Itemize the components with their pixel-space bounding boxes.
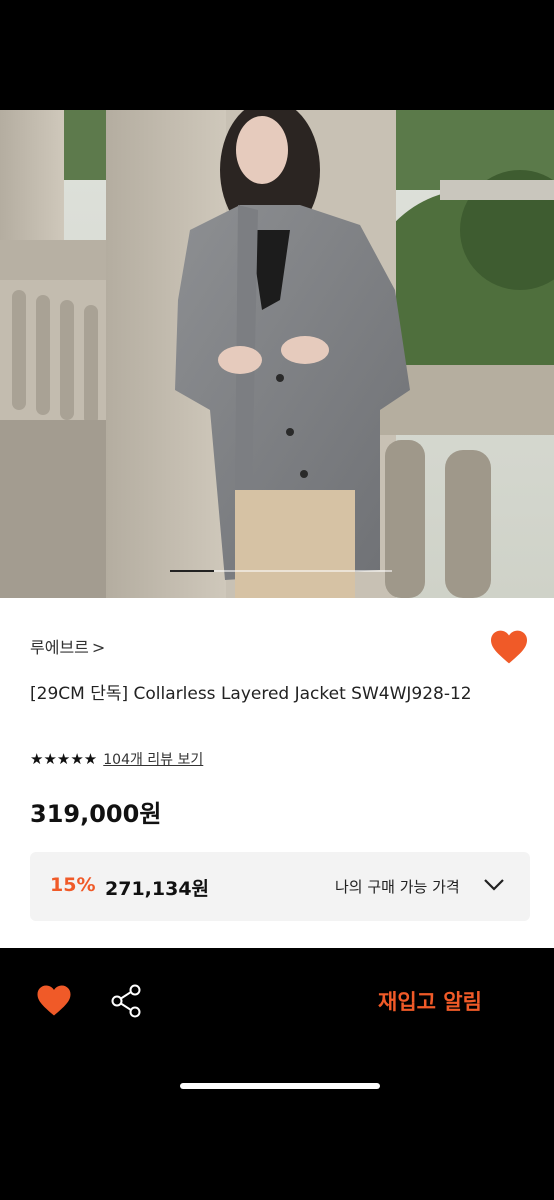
heart-icon[interactable] <box>36 984 72 1017</box>
gallery-progress-bar <box>170 570 392 572</box>
chevron-down-icon <box>484 879 504 891</box>
chevron-right-icon: > <box>91 638 106 657</box>
gallery-progress-fill <box>170 570 215 572</box>
discount-price: 271,134원 <box>105 878 210 900</box>
discount-price-box[interactable]: 15% 271,134원 나의 구매 가능 가격 <box>30 852 530 921</box>
discount-label: 나의 구매 가능 가격 <box>335 878 460 896</box>
product-photo <box>0 110 554 598</box>
brand-link[interactable]: 루에브르 > <box>30 634 105 658</box>
discount-percent: 15% <box>50 874 96 896</box>
star-rating-icon: ★★★★★ <box>30 750 98 768</box>
product-title: [29CM 단독] Collarless Layered Jacket SW4W… <box>30 684 472 704</box>
review-link[interactable]: 104개 리뷰 보기 <box>103 749 203 769</box>
share-icon[interactable] <box>108 983 144 1019</box>
rating-row: ★★★★★ 104개 리뷰 보기 <box>30 748 203 770</box>
product-image[interactable] <box>0 110 554 598</box>
product-info: 루에브르 > [29CM 단독] Collarless Layered Jacke… <box>0 598 554 948</box>
brand-name: 루에브르 <box>30 638 89 657</box>
status-bar-area <box>0 0 554 110</box>
home-indicator <box>180 1083 380 1089</box>
restock-alert-button[interactable]: 재입고 알림 <box>378 986 482 1016</box>
wishlist-heart-icon[interactable] <box>489 629 529 665</box>
product-price: 319,000원 <box>30 800 162 828</box>
